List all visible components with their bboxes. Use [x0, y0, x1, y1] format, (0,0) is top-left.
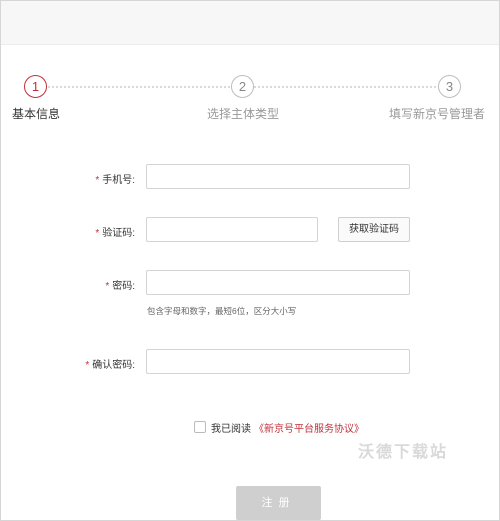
top-bar	[1, 1, 499, 45]
password-label: * 密码:	[45, 277, 135, 292]
required-mark: *	[85, 360, 90, 371]
password-input[interactable]	[146, 270, 410, 295]
step-connector-2	[254, 86, 436, 88]
phone-input[interactable]	[146, 164, 410, 189]
step-2-circle: 2	[231, 75, 254, 98]
step-1-label: 基本信息	[12, 107, 61, 121]
phone-label: * 手机号:	[45, 171, 135, 186]
register-button[interactable]: 注册	[236, 486, 321, 520]
agreement-text: 我已阅读	[211, 423, 251, 435]
required-mark: *	[95, 175, 100, 186]
required-mark: *	[105, 281, 110, 292]
watermark: 沃德下载站	[358, 444, 449, 461]
verify-code-label-text: 验证码:	[102, 228, 135, 239]
agreement-row: 我已阅读 《新京号平台服务协议》	[194, 420, 364, 435]
required-mark: *	[95, 228, 100, 239]
confirm-password-label: * 确认密码:	[45, 356, 135, 371]
phone-label-text: 手机号:	[102, 175, 135, 186]
confirm-password-input[interactable]	[146, 349, 410, 374]
step-2-label: 选择主体类型	[207, 107, 280, 121]
step-1-circle: 1	[24, 75, 47, 98]
step-3-circle: 3	[438, 75, 461, 98]
verify-code-input[interactable]	[146, 217, 318, 242]
password-hint: 包含字母和数字，最短6位，区分大小写	[147, 306, 297, 316]
verify-code-label: * 验证码:	[45, 224, 135, 239]
confirm-password-label-text: 确认密码:	[92, 360, 135, 371]
step-connector-1	[48, 86, 230, 88]
get-verify-code-button[interactable]: 获取验证码	[338, 217, 410, 242]
password-label-text: 密码:	[112, 281, 135, 292]
step-3-label: 填写新京号管理者	[389, 107, 486, 121]
agreement-checkbox[interactable]	[194, 421, 206, 433]
agreement-link[interactable]: 《新京号平台服务协议》	[254, 420, 364, 435]
